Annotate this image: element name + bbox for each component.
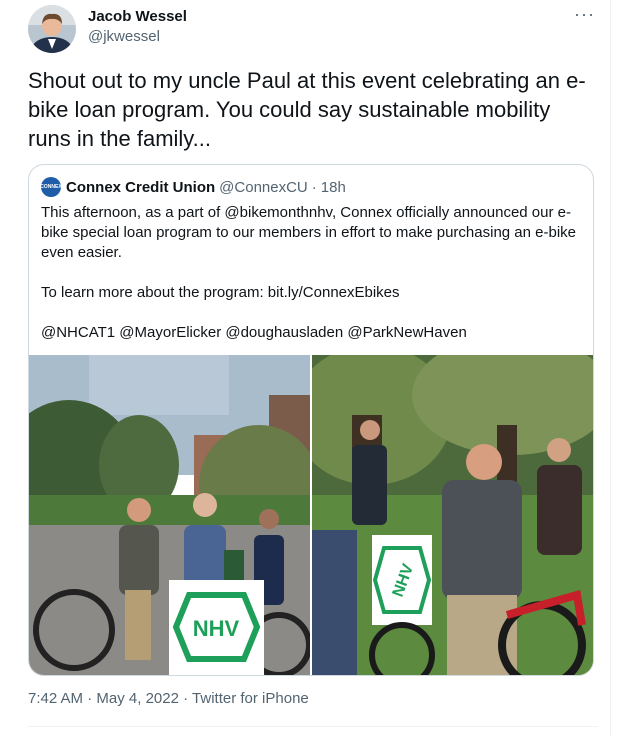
separator-dot: · [311,178,317,196]
separator-dot: · [183,690,189,707]
author-avatar[interactable] [28,5,76,53]
quoted-tweet-header: CONNEX Connex Credit Union @ConnexCU · 1… [40,177,346,197]
photo-grid: NHV NHV [29,355,593,675]
quoted-author-handle[interactable]: @ConnexCU [219,179,308,196]
author-handle[interactable]: @jkwessel [88,28,160,45]
tweet-date[interactable]: May 4, 2022 [96,690,179,707]
photo-left[interactable]: NHV [29,355,310,675]
photo-right[interactable]: NHV [312,355,593,675]
tweet-source[interactable]: Twitter for iPhone [192,690,309,707]
quoted-tweet[interactable]: CONNEX Connex Credit Union @ConnexCU · 1… [28,164,594,676]
quoted-avatar-logo-text: CONNEX [40,184,62,190]
quoted-paragraph-2: To learn more about the program: bit.ly/… [41,284,400,301]
more-options-icon[interactable]: ··· [574,4,595,25]
quoted-paragraph-1: This afternoon, as a part of @bikemonthn… [41,204,576,261]
quoted-paragraph-3: @NHCAT1 @MayorElicker @doughausladen @Pa… [41,324,467,341]
author-name[interactable]: Jacob Wessel [88,8,187,25]
tweet-text: Shout out to my uncle Paul at this event… [28,68,586,151]
quoted-tweet-time[interactable]: 18h [321,179,346,196]
tweet-time[interactable]: 7:42 AM [28,690,83,707]
separator-dot: · [87,690,93,707]
nhv-sign-text: NHV [193,616,240,641]
divider [28,726,598,727]
quoted-tweet-text: This afternoon, as a part of @bikemonthn… [41,203,581,343]
tweet-card: Jacob Wessel @jkwessel ··· Shout out to … [0,0,611,736]
quoted-author-avatar[interactable]: CONNEX [40,177,62,197]
quoted-author-name[interactable]: Connex Credit Union [66,179,215,196]
tweet-metadata: 7:42 AM · May 4, 2022 · Twitter for iPho… [28,690,309,707]
